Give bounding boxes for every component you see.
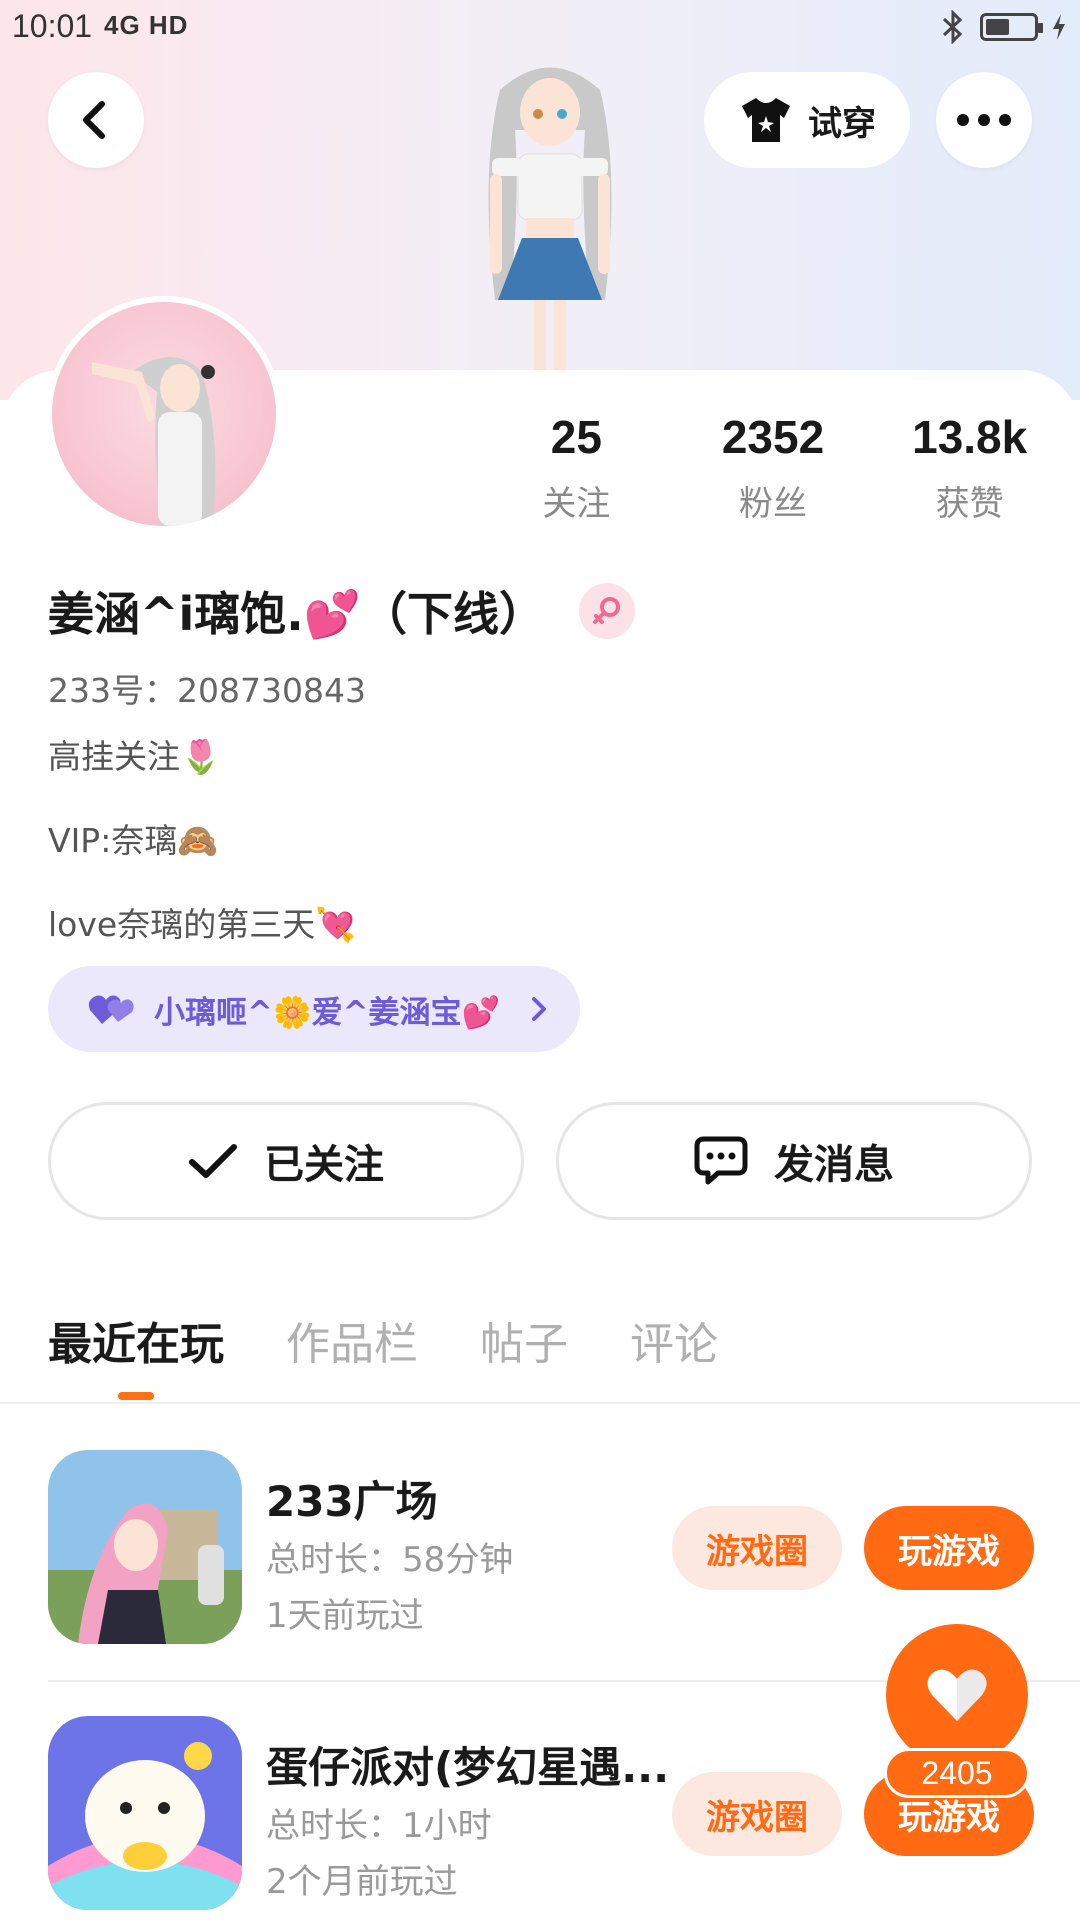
status-bar: 10:01 4G HD <box>0 0 1080 56</box>
couple-tag-label: 小璃咂^🌼爱^姜涵宝💕 <box>154 994 501 1031</box>
heart-icon <box>927 1669 987 1721</box>
play-duration: 总时长：58分钟 <box>266 1540 514 1580</box>
play-game-button[interactable]: 玩游戏 <box>864 1506 1034 1590</box>
tab-comments[interactable]: 评论 <box>630 1308 718 1372</box>
stat-value: 25 <box>550 411 602 463</box>
bio-line: love奈璃的第三天💘 <box>48 905 357 944</box>
play-duration: 总时长：1小时 <box>266 1806 492 1846</box>
stat-likes[interactable]: 13.8k 获赞 <box>871 410 1068 525</box>
divider <box>0 1402 1080 1404</box>
stat-label: 粉丝 <box>739 484 807 524</box>
try-on-label: 试穿 <box>808 103 876 144</box>
try-on-button[interactable]: 试穿 <box>704 72 910 168</box>
bio-line: VIP:奈璃🙈 <box>48 821 219 860</box>
user-id: 233号：208730843 <box>48 671 366 710</box>
signal-icon: 4G HD <box>104 10 189 40</box>
tshirt-icon <box>742 98 790 142</box>
name-row: 姜涵^i璃饱.💕（下线） <box>48 578 636 644</box>
check-icon <box>189 1144 237 1178</box>
game-circle-button[interactable]: 游戏圈 <box>672 1506 842 1590</box>
more-button[interactable] <box>936 72 1032 168</box>
tab-posts[interactable]: 帖子 <box>480 1308 568 1372</box>
last-played: 2个月前玩过 <box>266 1862 458 1902</box>
stat-followers[interactable]: 2352 粉丝 <box>675 410 872 525</box>
followed-label: 已关注 <box>264 1142 384 1188</box>
send-message-button[interactable]: 发消息 <box>556 1102 1032 1220</box>
send-message-label: 发消息 <box>774 1142 894 1188</box>
more-dots-icon <box>957 114 1011 126</box>
game-icon-eggy-party[interactable] <box>48 1716 242 1910</box>
female-gender-icon <box>579 583 636 639</box>
followed-button[interactable]: 已关注 <box>48 1102 524 1220</box>
avatar-figure <box>92 357 216 526</box>
profile-tabs: 最近在玩 作品栏 帖子 评论 <box>48 1308 718 1372</box>
chevron-right-icon <box>532 997 547 1021</box>
tab-indicator <box>118 1392 154 1400</box>
game-title: 蛋仔派对(梦幻星遇... <box>266 1743 666 1792</box>
game-title: 233广场 <box>266 1477 438 1526</box>
double-heart-icon <box>88 995 134 1024</box>
chat-bubble-icon <box>694 1136 748 1185</box>
list-item[interactable]: 233广场 总时长：58分钟 1天前玩过 游戏圈 玩游戏 <box>48 1450 1034 1646</box>
charging-icon <box>1053 14 1065 40</box>
game-circle-button[interactable]: 游戏圈 <box>672 1772 842 1856</box>
status-time: 10:01 <box>12 8 93 44</box>
last-played: 1天前玩过 <box>266 1596 424 1636</box>
list-item[interactable]: 蛋仔派对(梦幻星遇... 总时长：1小时 2个月前玩过 游戏圈 玩游戏 <box>48 1716 1034 1912</box>
bio-line: 高挂关注🌷 <box>48 737 222 776</box>
chevron-left-icon <box>83 101 105 139</box>
stat-value: 13.8k <box>912 411 1028 463</box>
avatar-3d-figure[interactable] <box>430 50 670 380</box>
profile-stats: 25 关注 2352 粉丝 13.8k 获赞 <box>478 410 1068 525</box>
stat-label: 关注 <box>542 484 611 524</box>
tab-recently-played[interactable]: 最近在玩 <box>48 1308 224 1372</box>
stat-following[interactable]: 25 关注 <box>478 410 675 525</box>
battery-icon <box>980 13 1043 41</box>
stat-label: 获赞 <box>935 484 1004 524</box>
username: 姜涵^i璃饱.💕（下线） <box>48 587 546 641</box>
couple-tag-button[interactable]: 小璃咂^🌼爱^姜涵宝💕 <box>48 966 580 1052</box>
stat-value: 2352 <box>721 411 825 463</box>
avatar[interactable] <box>46 296 282 532</box>
tab-works[interactable]: 作品栏 <box>286 1308 418 1372</box>
back-button[interactable] <box>48 72 144 168</box>
like-count: 2405 <box>884 1748 1030 1798</box>
like-button[interactable] <box>886 1624 1028 1766</box>
game-icon-233[interactable] <box>48 1450 242 1644</box>
bluetooth-icon <box>942 10 963 44</box>
